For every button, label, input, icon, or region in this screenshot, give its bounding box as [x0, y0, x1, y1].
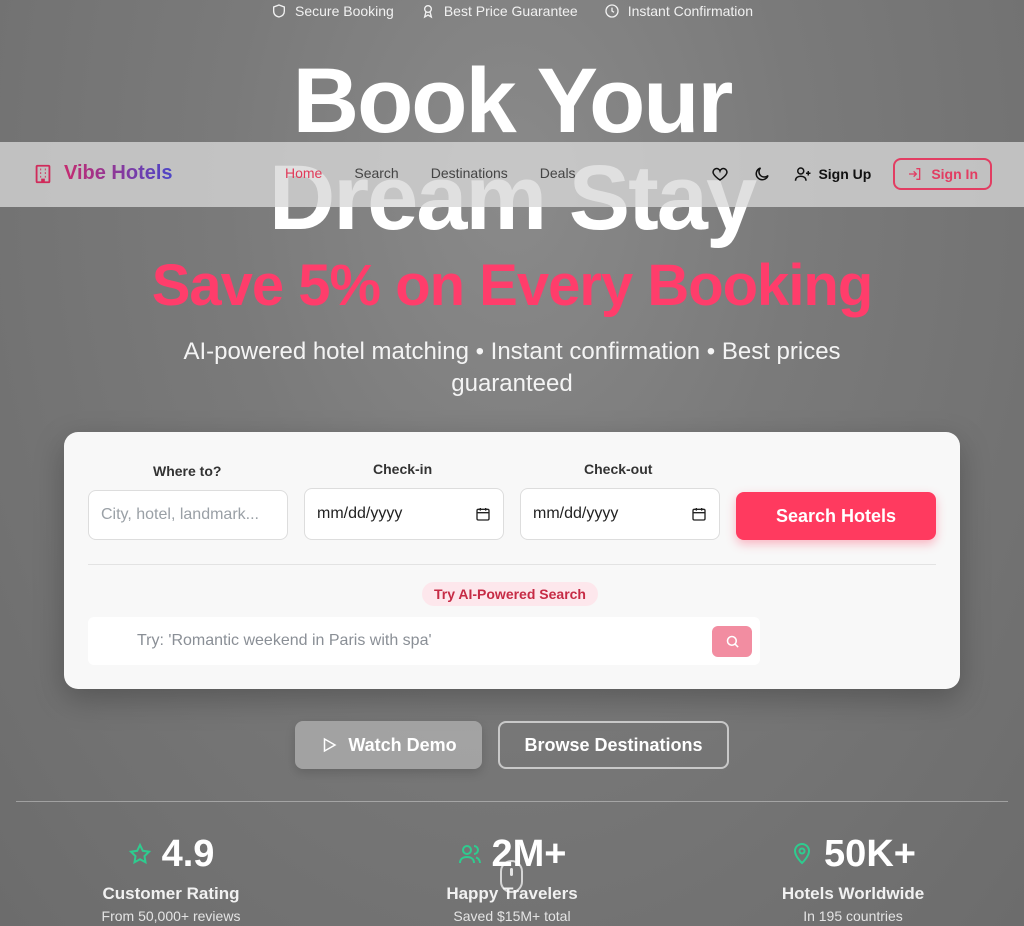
stat-label: Customer Rating [102, 884, 240, 903]
nav-link-deals[interactable]: Deals [540, 165, 576, 181]
where-placeholder: City, hotel, landmark... [101, 506, 259, 523]
stat-rating: 4.9 Customer Rating From 50,000+ reviews [21, 832, 321, 924]
shield-icon [273, 4, 285, 18]
brand-name: Vibe Hotels [64, 162, 173, 184]
user-plus-icon [795, 167, 811, 181]
checkout-value: mm/dd/yyyy [533, 505, 619, 522]
checkout-input[interactable]: mm/dd/yyyy [520, 488, 720, 540]
ai-search-badge: Try AI-Powered Search [422, 582, 598, 606]
stat-sub: In 195 countries [803, 908, 903, 924]
nav-link-home[interactable]: Home [285, 165, 322, 181]
search-divider [88, 564, 936, 565]
calendar-icon[interactable] [475, 506, 491, 522]
stat-value: 4.9 [161, 833, 215, 875]
calendar-icon[interactable] [691, 506, 707, 522]
stat-label: Hotels Worldwide [781, 884, 925, 903]
heart-icon [712, 167, 729, 181]
map-pin-icon [794, 843, 811, 865]
search-icon [726, 635, 739, 648]
stat-sub: From 50,000+ reviews [101, 908, 241, 924]
watch-demo-button[interactable]: Watch Demo [295, 721, 482, 769]
trust-label: Best Price Guarantee [443, 3, 578, 19]
stat-value: 50K+ [824, 833, 916, 875]
checkin-input[interactable]: mm/dd/yyyy [304, 488, 504, 540]
sign-up-button[interactable]: Sign Up [794, 165, 871, 183]
sign-in-button[interactable]: Sign In [893, 158, 992, 190]
users-icon [458, 845, 481, 864]
trust-label: Instant Confirmation [627, 3, 753, 19]
browse-destinations-button[interactable]: Browse Destinations [498, 721, 729, 769]
theme-toggle-button[interactable] [752, 164, 772, 184]
nav-actions: Sign Up Sign In [710, 158, 992, 190]
scroll-indicator[interactable] [500, 860, 523, 893]
favorites-button[interactable] [710, 164, 730, 184]
sign-up-label: Sign Up [818, 166, 872, 182]
nav-links: Home Search Destinations Deals [285, 165, 576, 181]
nav-link-search[interactable]: Search [354, 165, 398, 181]
where-label: Where to? [153, 463, 222, 479]
ai-search-button[interactable] [712, 626, 752, 657]
where-input[interactable]: City, hotel, landmark... [88, 490, 288, 540]
stat-hotels: 50K+ Hotels Worldwide In 195 countries [703, 832, 1003, 924]
moon-icon [755, 167, 770, 181]
trust-label: Secure Booking [295, 3, 394, 19]
checkin-label: Check-in [373, 461, 433, 477]
brand-logo[interactable]: Vibe Hotels [32, 162, 173, 185]
ai-search-placeholder: Try: 'Romantic weekend in Paris with spa… [137, 632, 432, 649]
sign-in-label: Sign In [931, 166, 978, 182]
hero-subtitle: AI-powered hotel matching • Instant conf… [183, 338, 841, 397]
stats-divider [16, 801, 1008, 802]
clock-icon [605, 4, 619, 18]
trust-item-instant: Instant Confirmation [604, 3, 753, 19]
hero-highlight: Save 5% on Every Booking [151, 253, 874, 318]
trust-item-price: Best Price Guarantee [420, 3, 578, 19]
star-icon [128, 842, 151, 865]
log-in-icon [909, 168, 921, 180]
navbar: Vibe Hotels Home Search Destinations Dea… [0, 142, 1024, 207]
search-card: Where to? City, hotel, landmark... Check… [64, 432, 960, 689]
search-hotels-button[interactable]: Search Hotels [736, 492, 936, 540]
nav-link-destinations[interactable]: Destinations [431, 165, 508, 181]
checkin-value: mm/dd/yyyy [317, 505, 403, 522]
checkout-label: Check-out [584, 461, 653, 477]
stat-sub: Saved $15M+ total [453, 908, 571, 924]
trust-bar: Secure Booking Best Price Guarantee Inst… [0, 0, 1024, 22]
ai-search-input[interactable]: Try: 'Romantic weekend in Paris with spa… [88, 617, 760, 665]
hero-title-line1: Book Your [292, 50, 734, 152]
trust-item-secure: Secure Booking [271, 3, 394, 19]
award-icon [423, 5, 433, 19]
play-icon [324, 737, 337, 753]
watch-demo-label: Watch Demo [348, 734, 457, 755]
hotel-icon [35, 164, 51, 183]
